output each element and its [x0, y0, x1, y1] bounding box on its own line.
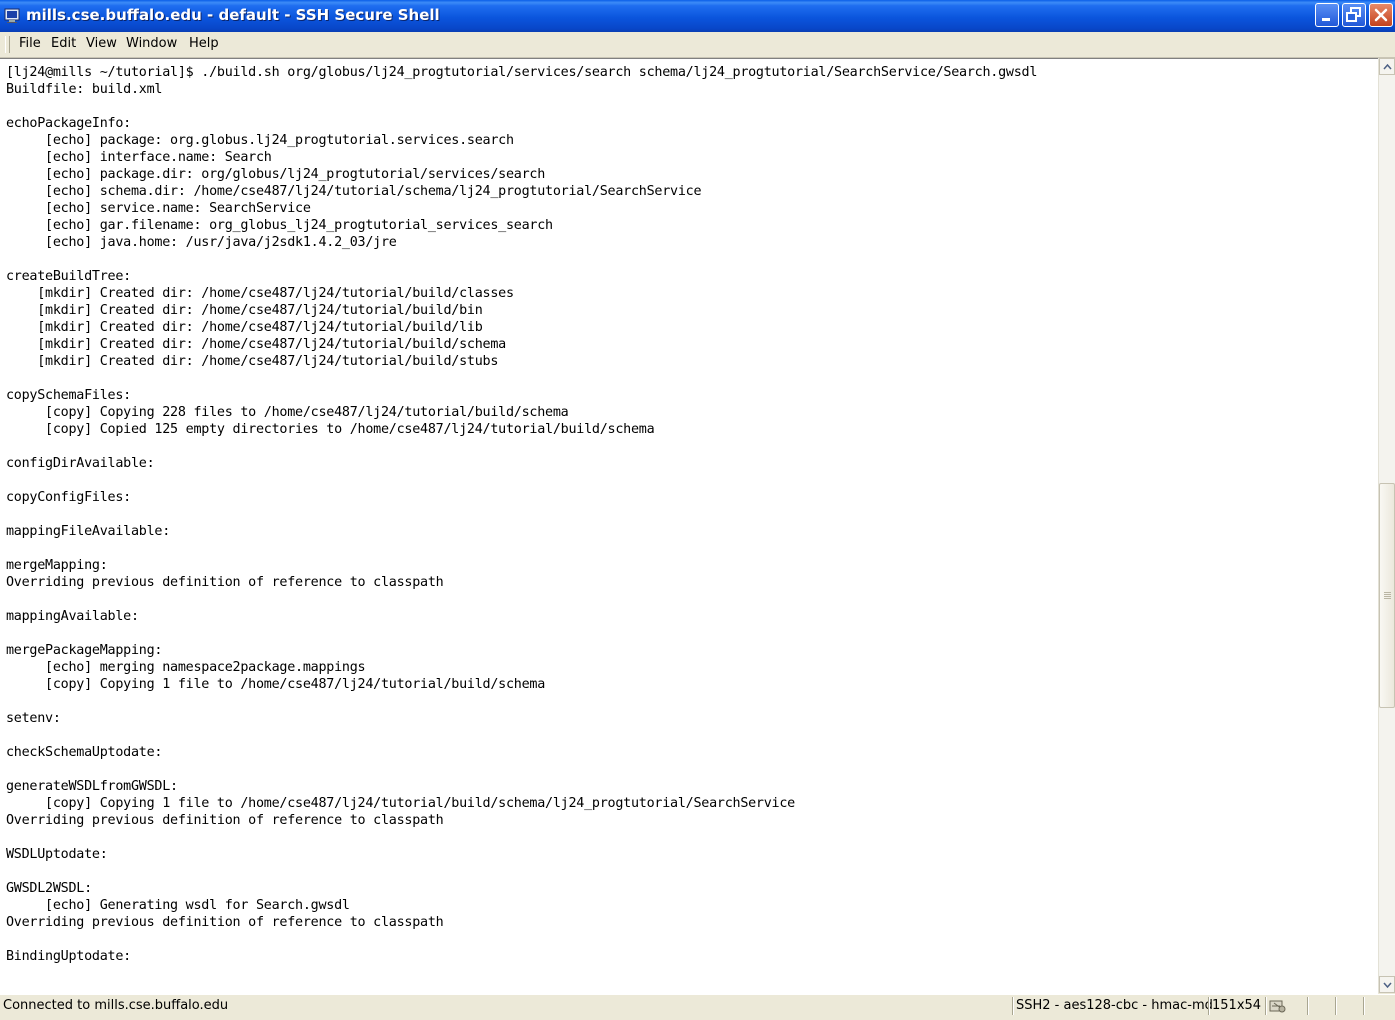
terminal-line: setenv:	[6, 711, 61, 726]
connection-status: Connected to mills.cse.buffalo.edu	[3, 998, 229, 1013]
resize-grip[interactable]	[1363, 997, 1395, 1015]
terminal-line: [copy] Copied 125 empty directories to /…	[6, 422, 655, 437]
terminal-line: Buildfile: build.xml	[6, 82, 163, 97]
terminal-area[interactable]: [lj24@mills ~/tutorial]$ ./build.sh org/…	[0, 58, 1378, 994]
menu-bar: File Edit View Window Help	[0, 32, 1395, 58]
terminal-line: [mkdir] Created dir: /home/cse487/lj24/t…	[6, 303, 483, 318]
close-icon	[1374, 8, 1388, 22]
vertical-scrollbar[interactable]	[1378, 58, 1395, 993]
terminal-line: generateWSDLfromGWSDL:	[6, 779, 178, 794]
transfer-status[interactable]	[1265, 997, 1307, 1015]
scroll-down-button[interactable]	[1379, 976, 1395, 993]
terminal-line: [copy] Copying 1 file to /home/cse487/lj…	[6, 677, 546, 692]
terminal-line: copyConfigFiles:	[6, 490, 131, 505]
terminal-line: mergeMapping:	[6, 558, 108, 573]
close-button[interactable]	[1369, 3, 1393, 27]
terminal-line: BindingUptodate:	[6, 949, 131, 964]
terminal-line: [echo] package.dir: org/globus/lj24_prog…	[6, 167, 546, 182]
terminal-line: createBuildTree:	[6, 269, 131, 284]
terminal-line: [copy] Copying 228 files to /home/cse487…	[6, 405, 569, 420]
restore-icon	[1346, 7, 1361, 22]
terminal-line: mappingFileAvailable:	[6, 524, 171, 539]
cipher-status: SSH2 - aes128-cbc - hmac-md	[1012, 997, 1213, 1015]
terminal-line: checkSchemaUptodate:	[6, 745, 163, 760]
menu-edit[interactable]: Edit	[50, 36, 77, 51]
menu-view[interactable]: View	[85, 36, 118, 51]
terminal-line: [lj24@mills ~/tutorial]$ ./build.sh org/…	[6, 65, 1038, 80]
status-bar: Connected to mills.cse.buffalo.edu SSH2 …	[0, 994, 1395, 1017]
ssh-app-icon[interactable]	[4, 7, 21, 24]
terminal-line: [copy] Copying 1 file to /home/cse487/lj…	[6, 796, 795, 811]
arrow-up-icon	[1383, 63, 1392, 70]
scroll-thumb[interactable]	[1379, 483, 1395, 708]
status-pane-empty	[1307, 997, 1335, 1015]
menu-window[interactable]: Window	[125, 36, 178, 51]
terminal-line: Overriding previous definition of refere…	[6, 813, 444, 828]
minimize-icon	[1322, 18, 1330, 21]
terminal-output[interactable]: [lj24@mills ~/tutorial]$ ./build.sh org/…	[0, 59, 1378, 965]
terminal-line: [echo] service.name: SearchService	[6, 201, 311, 216]
maximize-button[interactable]	[1342, 3, 1366, 27]
terminal-line: [mkdir] Created dir: /home/cse487/lj24/t…	[6, 320, 483, 335]
terminal-line: [echo] schema.dir: /home/cse487/lj24/tut…	[6, 184, 702, 199]
terminal-line: [mkdir] Created dir: /home/cse487/lj24/t…	[6, 337, 506, 352]
terminal-line: mappingAvailable:	[6, 609, 139, 624]
transfer-status-icon	[1269, 1000, 1286, 1013]
terminal-line: Overriding previous definition of refere…	[6, 915, 444, 930]
terminal-size: 151x54	[1208, 997, 1265, 1015]
terminal-line: [mkdir] Created dir: /home/cse487/lj24/t…	[6, 354, 499, 369]
toolbar-grip[interactable]	[5, 36, 10, 53]
terminal-line: [mkdir] Created dir: /home/cse487/lj24/t…	[6, 286, 514, 301]
terminal-line: [echo] interface.name: Search	[6, 150, 272, 165]
minimize-button[interactable]	[1315, 3, 1339, 27]
title-bar[interactable]: mills.cse.buffalo.edu - default - SSH Se…	[0, 0, 1395, 32]
terminal-line: echoPackageInfo:	[6, 116, 131, 131]
terminal-line: configDirAvailable:	[6, 456, 155, 471]
arrow-down-icon	[1383, 982, 1392, 989]
terminal-line: GWSDL2WSDL:	[6, 881, 92, 896]
menu-file[interactable]: File	[18, 36, 42, 51]
terminal-line: [echo] java.home: /usr/java/j2sdk1.4.2_0…	[6, 235, 397, 250]
terminal-line: [echo] package: org.globus.lj24_progtuto…	[6, 133, 514, 148]
status-pane-empty	[1335, 997, 1363, 1015]
terminal-line: WSDLUptodate:	[6, 847, 108, 862]
terminal-line: copySchemaFiles:	[6, 388, 131, 403]
scroll-up-button[interactable]	[1379, 58, 1395, 75]
terminal-line: mergePackageMapping:	[6, 643, 163, 658]
terminal-line: [echo] Generating wsdl for Search.gwsdl	[6, 898, 350, 913]
terminal-line: Overriding previous definition of refere…	[6, 575, 444, 590]
window-title: mills.cse.buffalo.edu - default - SSH Se…	[26, 6, 440, 24]
menu-help[interactable]: Help	[188, 36, 220, 51]
terminal-line: [echo] merging namespace2package.mapping…	[6, 660, 366, 675]
terminal-line: [echo] gar.filename: org_globus_lj24_pro…	[6, 218, 553, 233]
